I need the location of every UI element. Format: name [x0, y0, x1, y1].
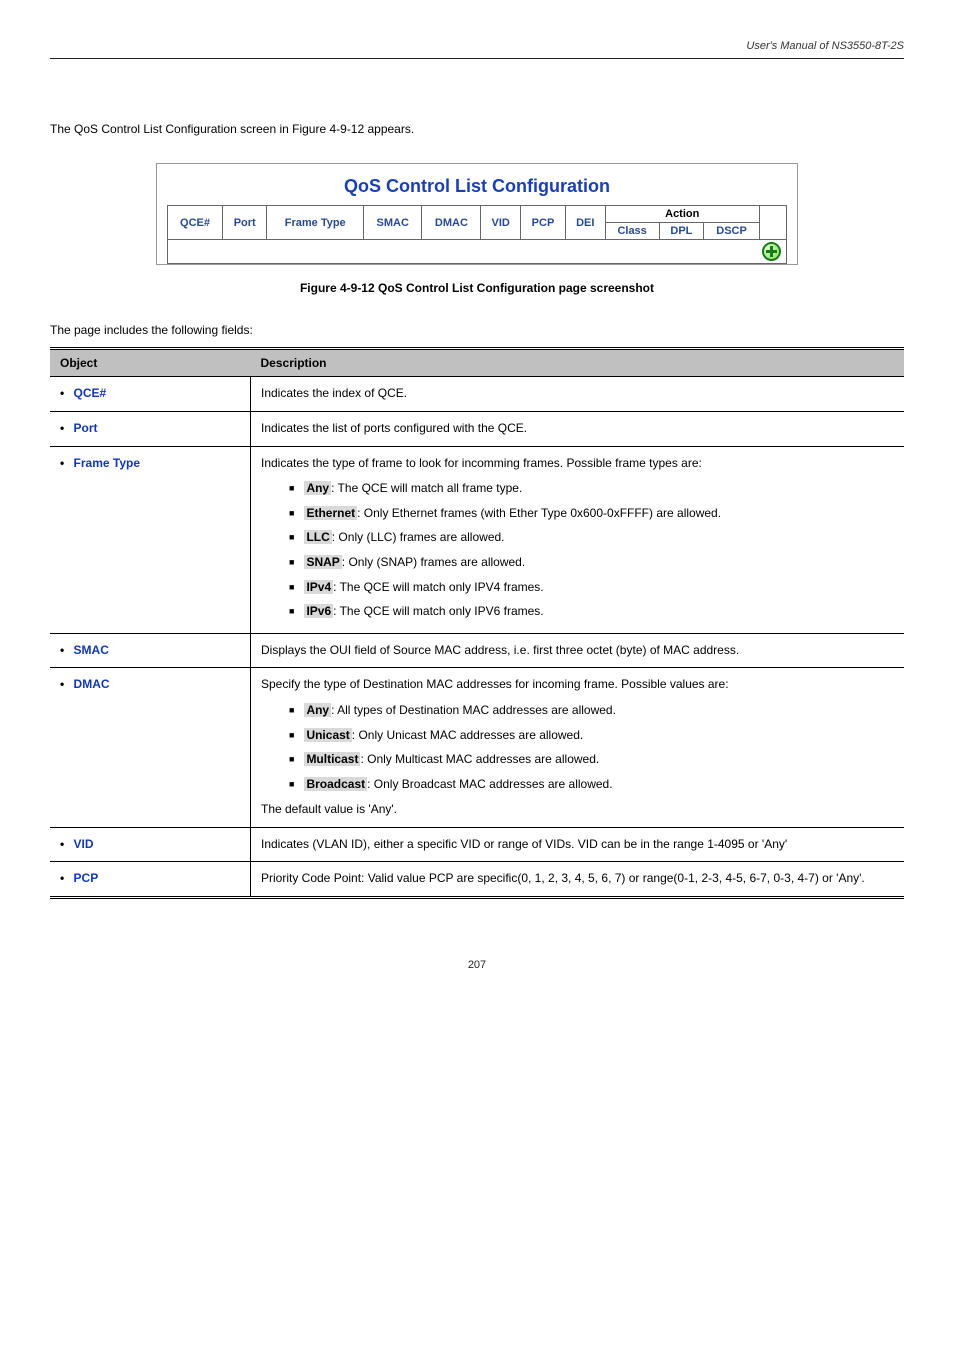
description-cell: Specify the type of Destination MAC addr…	[251, 668, 905, 828]
option-list: Any: The QCE will match all frame type. E…	[289, 478, 894, 623]
description-cell: Indicates the index of QCE.	[251, 377, 905, 412]
option-item: Ethernet: Only Ethernet frames (with Eth…	[289, 503, 894, 525]
page-header: User's Manual of NS3550-8T-2S	[50, 40, 904, 59]
option-item: Broadcast: Only Broadcast MAC addresses …	[289, 774, 894, 796]
add-qce-icon[interactable]	[762, 242, 781, 261]
qcl-config-screenshot: QoS Control List Configuration QCE# Port…	[156, 163, 798, 265]
figure-caption: Figure 4-9-12 QoS Control List Configura…	[50, 281, 904, 295]
object-row: • DMACSpecify the type of Destination MA…	[50, 668, 904, 828]
col-action: Action	[605, 206, 760, 223]
col-port: Port	[223, 206, 267, 240]
object-cell: • PCP	[50, 862, 251, 898]
col-class: Class	[605, 223, 659, 240]
object-row: • PCPPriority Code Point: Valid value PC…	[50, 862, 904, 898]
col-smac: SMAC	[364, 206, 422, 240]
col-dmac: DMAC	[422, 206, 481, 240]
object-cell: • QCE#	[50, 377, 251, 412]
option-list: Any: All types of Destination MAC addres…	[289, 700, 894, 795]
object-row: • VIDIndicates (VLAN ID), either a speci…	[50, 827, 904, 862]
description-cell: Indicates the type of frame to look for …	[251, 446, 905, 633]
description-cell: Displays the OUI field of Source MAC add…	[251, 633, 905, 668]
col-qce: QCE#	[168, 206, 223, 240]
object-cell: • Frame Type	[50, 446, 251, 633]
object-cell: • Port	[50, 411, 251, 446]
option-item: Any: The QCE will match all frame type.	[289, 478, 894, 500]
description-cell: Priority Code Point: Valid value PCP are…	[251, 862, 905, 898]
option-item: Multicast: Only Multicast MAC addresses …	[289, 749, 894, 771]
fields-intro: The page includes the following fields:	[50, 323, 904, 337]
object-cell: • SMAC	[50, 633, 251, 668]
col-dpl: DPL	[659, 223, 703, 240]
col-frame-type: Frame Type	[267, 206, 364, 240]
object-row: • QCE#Indicates the index of QCE.	[50, 377, 904, 412]
col-pcp: PCP	[520, 206, 565, 240]
manual-title: User's Manual of NS3550-8T-2S	[746, 40, 904, 52]
description-cell: Indicates the list of ports configured w…	[251, 411, 905, 446]
object-row: • SMACDisplays the OUI field of Source M…	[50, 633, 904, 668]
object-cell: • DMAC	[50, 668, 251, 828]
option-item: SNAP: Only (SNAP) frames are allowed.	[289, 552, 894, 574]
object-description-table: Object Description • QCE#Indicates the i…	[50, 347, 904, 899]
qcl-table: QCE# Port Frame Type SMAC DMAC VID PCP D…	[167, 205, 787, 264]
option-item: Unicast: Only Unicast MAC addresses are …	[289, 725, 894, 747]
qcl-empty-row	[168, 240, 787, 264]
object-cell: • VID	[50, 827, 251, 862]
description-cell: Indicates (VLAN ID), either a specific V…	[251, 827, 905, 862]
page-number: 207	[50, 959, 904, 971]
option-item: IPv4: The QCE will match only IPV4 frame…	[289, 577, 894, 599]
col-dscp: DSCP	[704, 223, 760, 240]
col-vid: VID	[481, 206, 520, 240]
object-row: • Frame TypeIndicates the type of frame …	[50, 446, 904, 633]
qcl-title: QoS Control List Configuration	[167, 172, 787, 205]
option-item: LLC: Only (LLC) frames are allowed.	[289, 527, 894, 549]
option-item: IPv6: The QCE will match only IPV6 frame…	[289, 601, 894, 623]
option-item: Any: All types of Destination MAC addres…	[289, 700, 894, 722]
th-description: Description	[251, 349, 905, 377]
object-row: • PortIndicates the list of ports config…	[50, 411, 904, 446]
th-object: Object	[50, 349, 251, 377]
intro-text: The QoS Control List Configuration scree…	[50, 119, 904, 139]
col-controls	[760, 206, 787, 240]
col-dei: DEI	[566, 206, 605, 240]
